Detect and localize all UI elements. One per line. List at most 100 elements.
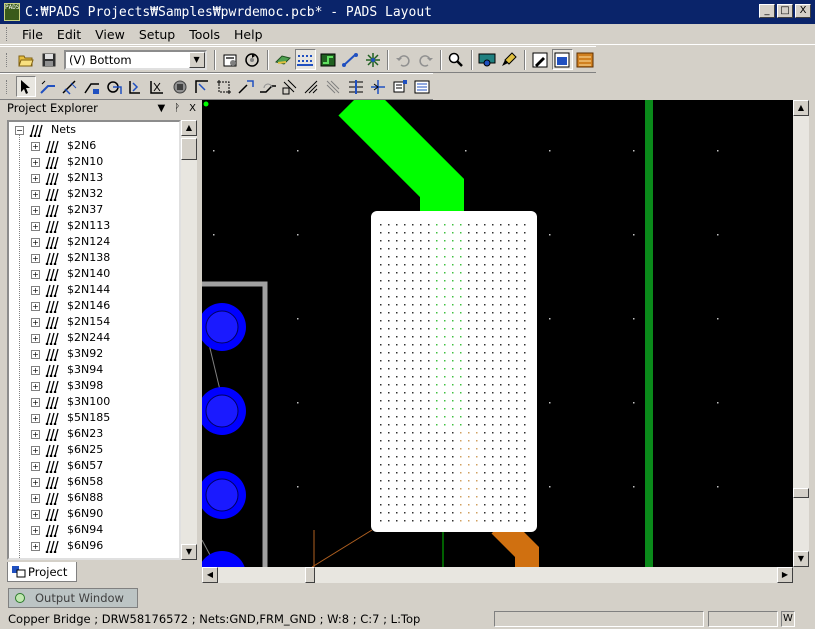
close-button[interactable]: X xyxy=(795,4,811,18)
expand-icon[interactable]: + xyxy=(31,206,40,215)
drafting-toolbar-icon[interactable] xyxy=(295,49,316,70)
zoom-icon[interactable] xyxy=(446,49,467,70)
sketch-icon[interactable] xyxy=(530,49,551,70)
sketch-route-icon[interactable] xyxy=(82,76,102,97)
expand-icon[interactable]: + xyxy=(31,222,40,231)
menu-edit[interactable]: Edit xyxy=(50,27,88,42)
layer-dropdown[interactable]: (V) Bottom ▼ xyxy=(63,49,207,70)
redo-icon[interactable] xyxy=(416,49,437,70)
paint-icon[interactable] xyxy=(499,49,520,70)
scroll-left-arrow[interactable]: ◀ xyxy=(202,567,218,583)
reports-icon[interactable] xyxy=(575,49,596,70)
menu-grip[interactable] xyxy=(6,27,9,41)
copper-bridge-pour[interactable] xyxy=(371,211,537,532)
pads-app-icon[interactable]: PADS xyxy=(4,3,20,21)
net-list-item[interactable]: + $6N88 xyxy=(9,490,179,506)
explorer-vertical-scrollbar[interactable]: ▲ ▼ xyxy=(181,120,197,560)
scroll-up-arrow[interactable]: ▲ xyxy=(793,100,809,116)
display-icon[interactable] xyxy=(552,49,573,70)
net-list-item[interactable]: + $6N58 xyxy=(9,474,179,490)
expand-icon[interactable]: + xyxy=(31,382,40,391)
net-list-item[interactable]: + $3N92 xyxy=(9,346,179,362)
save-icon[interactable] xyxy=(38,49,59,70)
scroll-up-arrow[interactable]: ▲ xyxy=(181,120,197,136)
view-icon[interactable] xyxy=(477,49,498,70)
close-panel-button[interactable]: X xyxy=(189,103,196,114)
expand-icon[interactable]: + xyxy=(31,286,40,295)
pin-icon[interactable]: ᚹ xyxy=(174,103,180,114)
collapse-icon[interactable]: − xyxy=(15,126,24,135)
scroll-thumb[interactable] xyxy=(181,138,197,160)
undo-icon[interactable] xyxy=(393,49,414,70)
expand-icon[interactable]: + xyxy=(31,414,40,423)
menu-setup[interactable]: Setup xyxy=(132,27,182,42)
net-list-item[interactable]: + $2N144 xyxy=(9,282,179,298)
panel-menu-button[interactable]: ▼ xyxy=(157,103,165,114)
net-list-item[interactable]: + $2N124 xyxy=(9,234,179,250)
net-list-item[interactable]: + $6N90 xyxy=(9,506,179,522)
toolbar-grip[interactable] xyxy=(6,52,9,67)
net-list-item[interactable]: + $6N57 xyxy=(9,458,179,474)
expand-icon[interactable]: + xyxy=(31,510,40,519)
redraw-icon[interactable] xyxy=(242,49,263,70)
tune-icon[interactable] xyxy=(390,76,410,97)
scroll-down-arrow[interactable]: ▼ xyxy=(181,544,197,560)
expand-icon[interactable]: + xyxy=(31,302,40,311)
dynamic-route-icon[interactable] xyxy=(60,76,80,97)
auto-route-icon[interactable] xyxy=(104,76,124,97)
open-folder-icon[interactable] xyxy=(16,49,37,70)
expand-icon[interactable]: + xyxy=(31,254,40,263)
cross-probe-icon[interactable] xyxy=(148,76,168,97)
expand-icon[interactable]: + xyxy=(31,318,40,327)
pcb-drawing[interactable] xyxy=(202,100,793,567)
select-corner-icon[interactable] xyxy=(192,76,212,97)
nets-tree[interactable]: − Nets + $2N6 + $2N10 + $2N13 + $2N32 + $2N37 + $2N11… xyxy=(7,120,181,560)
bus-route-icon[interactable] xyxy=(126,76,146,97)
net-list-item[interactable]: + $2N138 xyxy=(9,250,179,266)
expand-icon[interactable]: + xyxy=(31,158,40,167)
net-list-item[interactable]: + $3N100 xyxy=(9,394,179,410)
design-toolbar-icon[interactable] xyxy=(273,49,294,70)
green-trace[interactable] xyxy=(338,100,464,220)
net-list-item[interactable]: + $2N113 xyxy=(9,218,179,234)
move-icon[interactable] xyxy=(302,76,322,97)
toolbar-grip[interactable] xyxy=(6,79,9,94)
minimize-button[interactable]: _ xyxy=(759,4,775,18)
center-icon[interactable] xyxy=(368,76,388,97)
maximize-button[interactable]: □ xyxy=(777,4,793,18)
expand-icon[interactable]: + xyxy=(31,478,40,487)
net-list-item[interactable]: + $6N96 xyxy=(9,538,179,554)
net-list-item[interactable]: + $6N23 xyxy=(9,426,179,442)
align-icon[interactable] xyxy=(346,76,366,97)
expand-icon[interactable]: + xyxy=(31,462,40,471)
expand-icon[interactable]: + xyxy=(31,334,40,343)
ecno-icon[interactable] xyxy=(340,49,361,70)
expand-icon[interactable]: + xyxy=(31,430,40,439)
menu-view[interactable]: View xyxy=(88,27,132,42)
add-miter-icon[interactable] xyxy=(258,76,278,97)
net-list-item[interactable]: + $2N244 xyxy=(9,330,179,346)
expand-icon[interactable]: + xyxy=(31,526,40,535)
canvas-hscroll-thumb[interactable] xyxy=(305,567,315,583)
menu-help[interactable]: Help xyxy=(227,27,270,42)
expand-icon[interactable]: + xyxy=(31,494,40,503)
canvas-vertical-scrollbar[interactable]: ▲ ▼ xyxy=(793,100,809,567)
expand-icon[interactable]: + xyxy=(31,446,40,455)
expand-icon[interactable]: + xyxy=(31,190,40,199)
board-setup-icon[interactable] xyxy=(220,49,241,70)
menu-file[interactable]: File xyxy=(15,27,50,42)
pcb-canvas[interactable] xyxy=(202,100,793,567)
expand-icon[interactable]: + xyxy=(31,270,40,279)
net-list-item[interactable]: + $2N10 xyxy=(9,154,179,170)
tree-root-nets[interactable]: − Nets xyxy=(9,122,179,138)
expand-icon[interactable]: + xyxy=(31,542,40,551)
route-icon[interactable] xyxy=(318,49,339,70)
net-list-item[interactable]: + $3N94 xyxy=(9,362,179,378)
expand-icon[interactable]: + xyxy=(31,350,40,359)
scroll-down-arrow[interactable]: ▼ xyxy=(793,551,809,567)
net-list-item[interactable]: + $2N32 xyxy=(9,186,179,202)
dark-green-trace[interactable] xyxy=(645,100,653,567)
expand-icon[interactable]: + xyxy=(31,174,40,183)
spread-traces-icon[interactable] xyxy=(324,76,344,97)
expand-icon[interactable]: + xyxy=(31,142,40,151)
